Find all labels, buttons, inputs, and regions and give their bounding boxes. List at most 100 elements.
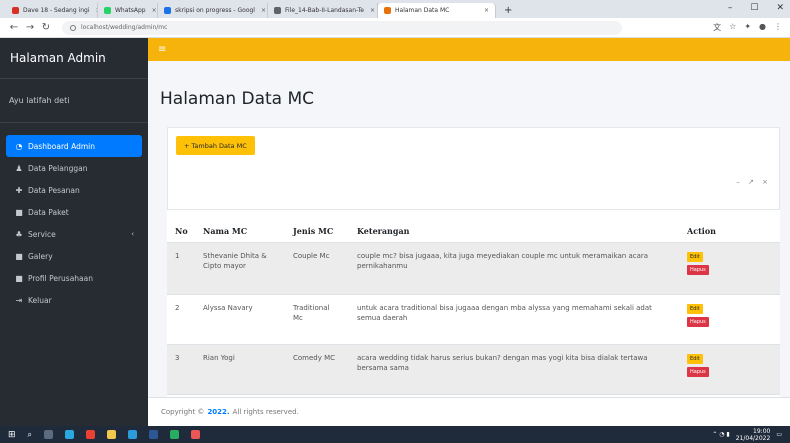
sidebar-item-keluar[interactable]: ⇥ Keluar [6,289,142,311]
browser-tab[interactable]: Dave 18 - Sedang ingi× [6,3,98,18]
tab-favicon-icon [274,7,281,14]
chrome-icon[interactable] [86,430,96,439]
back-icon[interactable]: ← [6,22,22,33]
edit-button[interactable]: Edit [687,353,703,364]
sidebar-item-data-paket[interactable]: ■ Data Paket [6,201,142,223]
tab-close-icon[interactable]: × [90,7,97,14]
url-field[interactable]: localhost/wedding/admin/mc [62,20,622,35]
reload-icon[interactable]: ↻ [38,22,54,33]
sidebar-item-data-pelanggan[interactable]: ♟ Data Pelanggan [6,157,142,179]
profile-icon[interactable]: ● [759,22,766,33]
edit-button[interactable]: Edit [687,303,703,314]
sidebar-item-profil-perusahaan[interactable]: ■ Profil Perusahaan [6,267,142,289]
add-mc-button[interactable]: + Tambah Data MC [176,136,255,155]
translate-icon[interactable]: 文 [713,22,721,33]
tab-close-icon[interactable]: × [478,7,489,14]
info-icon [70,24,76,31]
delete-button[interactable]: Hapus [687,316,709,327]
footer-year[interactable]: 2022. [207,408,229,416]
search-icon[interactable]: ⌕ [28,430,32,440]
sidebar-item-label: Dashboard Admin [28,141,95,151]
sidebar: Halaman Admin Ayu latifah deti ◔ Dashboar… [0,38,148,426]
close-card-icon[interactable]: × [762,178,771,186]
hamburger-icon[interactable]: ≡ [158,44,166,55]
delete-button[interactable]: Hapus [687,366,709,377]
sidebar-menu: ◔ Dashboard Admin ♟ Data Pelanggan ✚ Data Pes… [0,123,148,311]
maximize-icon[interactable]: ☐ [750,3,758,13]
browser-tab[interactable]: Halaman Data MC × [378,3,496,18]
footer-suffix: All rights reserved. [232,408,299,416]
cell-action: Edit Hapus [679,344,780,395]
window-controls: – ☐ ✕ [728,3,784,13]
tab-favicon-icon [12,7,19,14]
tab-close-icon[interactable]: × [364,7,375,14]
sidebar-item-label: Profil Perusahaan [28,273,93,283]
sidebar-item-dashboard-admin[interactable]: ◔ Dashboard Admin [6,135,142,157]
box-icon: ■ [15,207,23,217]
tab-title: Dave 18 - Sedang ingi [23,7,90,14]
cell-jenis: Comedy MC [285,344,349,395]
mc-table: No Nama MC Jenis MC Keterangan Action 1 … [167,210,780,395]
taskview-icon[interactable] [44,430,54,439]
page-footer: Copyright © 2022. All rights reserved. [148,397,790,426]
browser-tab[interactable]: skripsi on progress - Googl × [158,3,268,18]
sidebar-item-label: Service [28,229,56,239]
browser-tab[interactable]: WhatsApp × [98,3,158,18]
tray-icons[interactable]: ⌃ ◔ ▮ [712,431,729,438]
cell-keterangan: acara wedding tidak harus serius bukan? … [349,344,679,395]
sidebar-item-label: Data Paket [28,207,69,217]
table-row: 1 Sthevanie Dhita & Cipto mayor Couple M… [167,242,780,295]
edit-button[interactable]: Edit [687,251,703,262]
tab-favicon-icon [104,7,111,14]
sidebar-item-galery[interactable]: ■ Galery [6,245,142,267]
tab-title: File_14-Bab-II-Landasan-Te [285,7,364,14]
sidebar-item-data-pesanan[interactable]: ✚ Data Pesanan [6,179,142,201]
tab-title: Halaman Data MC [395,7,450,14]
word-icon[interactable] [149,430,159,439]
header-nama: Nama MC [195,210,285,243]
explorer-icon[interactable] [107,430,117,439]
new-tab-icon[interactable]: + [496,3,520,18]
forward-icon[interactable]: → [22,22,38,33]
menu-dots-icon[interactable]: ⋮ [774,22,782,33]
collapse-icon[interactable]: – [736,178,743,186]
tab-favicon-icon [164,7,171,14]
header-no: No [167,210,195,243]
app-icon[interactable] [191,430,201,439]
browser-tab[interactable]: File_14-Bab-II-Landasan-Te × [268,3,378,18]
header-action: Action [679,210,780,243]
delete-button[interactable]: Hapus [687,264,709,275]
user-icon: ♟ [15,163,23,173]
cell-jenis: Couple Mc [285,242,349,295]
mc-table-wrapper: No Nama MC Jenis MC Keterangan Action 1 … [167,209,780,397]
sidebar-user[interactable]: Ayu latifah deti [0,79,148,123]
page-title: Halaman Data MC [160,89,315,109]
image-icon: ■ [15,251,23,261]
star-icon[interactable]: ☆ [729,22,736,33]
puzzle-icon[interactable]: ✦ [744,22,751,33]
app-icon[interactable] [170,430,180,439]
expand-icon[interactable]: ↗ [748,178,757,186]
top-navbar: ≡ [148,38,790,61]
notification-icon[interactable]: ▭ [776,431,782,438]
clock-date: 21/04/2022 [735,434,771,442]
tab-title: skripsi on progress - Googl [175,7,255,14]
url-text: localhost/wedding/admin/mc [81,24,168,31]
close-window-icon[interactable]: ✕ [776,3,784,13]
sidebar-item-service[interactable]: ♣ Service ‹ [6,223,142,245]
windows-start-icon[interactable]: ⊞ [8,430,16,440]
tab-favicon-icon [384,7,391,14]
clock[interactable]: 19:00 21/04/2022 [736,428,771,442]
cart-icon: ✚ [15,185,23,195]
tab-close-icon[interactable]: × [146,7,157,14]
tab-close-icon[interactable]: × [255,7,266,14]
sidebar-brand[interactable]: Halaman Admin [0,38,148,79]
edge-icon[interactable] [65,430,75,439]
cell-nama: Rian Yogi [195,344,285,395]
cell-action: Edit Hapus [679,294,780,345]
minimize-icon[interactable]: – [728,3,733,13]
cell-keterangan: untuk acara traditional bisa jugaaa deng… [349,294,679,345]
logout-icon: ⇥ [15,295,23,305]
store-icon[interactable] [128,430,138,439]
users-icon: ♣ [15,229,23,239]
